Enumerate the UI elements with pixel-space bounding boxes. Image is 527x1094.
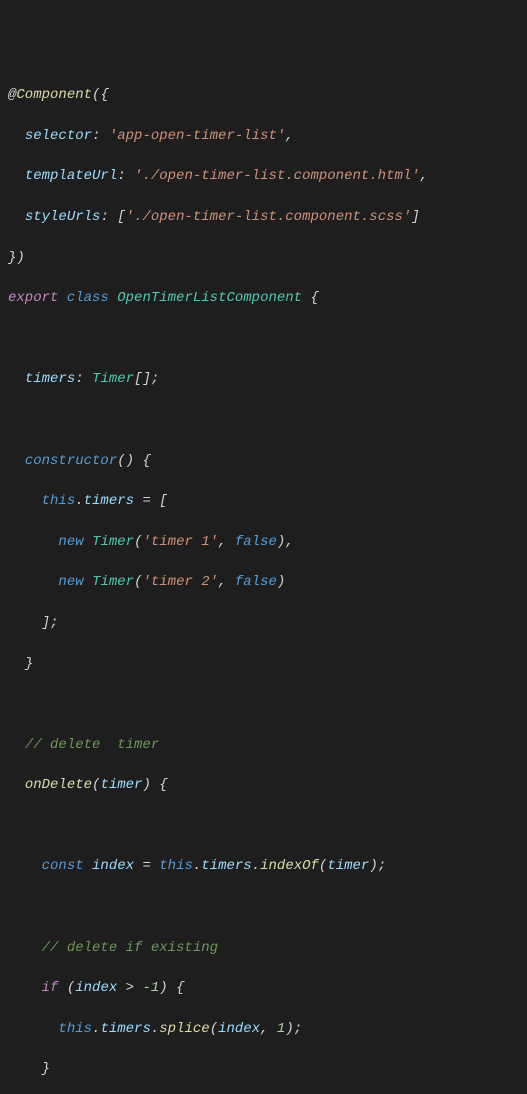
code-line: new Timer('timer 1', false), — [8, 532, 519, 552]
code-line: if (index > -1) { — [8, 978, 519, 998]
decorator-name: Component — [16, 87, 92, 103]
styleurls-key: styleUrls — [25, 209, 101, 225]
indexof-call: indexOf — [260, 858, 319, 874]
constructor-keyword: constructor — [25, 453, 117, 469]
code-line: // delete timer — [8, 735, 519, 755]
selector-key: selector — [25, 128, 92, 144]
code-line: // delete if existing — [8, 938, 519, 958]
comment: // delete timer — [25, 737, 159, 753]
code-line: const index = this.timers.indexOf(timer)… — [8, 856, 519, 876]
timer-constructor: Timer — [92, 534, 134, 550]
new-keyword: new — [58, 534, 83, 550]
index-var: index — [92, 858, 134, 874]
templateurl-value: './open-timer-list.component.html' — [134, 168, 420, 184]
timer-type: Timer — [92, 371, 134, 387]
timer-constructor: Timer — [92, 574, 134, 590]
if-keyword: if — [42, 980, 59, 996]
code-line: onDelete(timer) { — [8, 775, 519, 795]
code-line: styleUrls: ['./open-timer-list.component… — [8, 207, 519, 227]
templateurl-key: templateUrl — [25, 168, 117, 184]
code-line: } — [8, 654, 519, 674]
code-line: } — [8, 1059, 519, 1079]
this-keyword: this — [42, 493, 76, 509]
styleurls-value: './open-timer-list.component.scss' — [126, 209, 412, 225]
class-name: OpenTimerListComponent — [117, 290, 302, 306]
code-line: this.timers.splice(index, 1); — [8, 1019, 519, 1039]
new-keyword: new — [58, 574, 83, 590]
code-line: templateUrl: './open-timer-list.componen… — [8, 166, 519, 186]
code-line: @Component({ — [8, 85, 519, 105]
code-line: constructor() { — [8, 451, 519, 471]
code-line — [8, 329, 519, 349]
export-keyword: export — [8, 290, 58, 306]
ondelete-method: onDelete — [25, 777, 92, 793]
code-line: new Timer('timer 2', false) — [8, 572, 519, 592]
splice-call: splice — [159, 1021, 209, 1037]
code-editor[interactable]: @Component({ selector: 'app-open-timer-l… — [8, 85, 519, 1094]
code-line: selector: 'app-open-timer-list', — [8, 126, 519, 146]
code-line — [8, 897, 519, 917]
code-line: this.timers = [ — [8, 491, 519, 511]
code-line — [8, 694, 519, 714]
const-keyword: const — [42, 858, 84, 874]
code-line: export class OpenTimerListComponent { — [8, 288, 519, 308]
code-line: ]; — [8, 613, 519, 633]
code-line: }) — [8, 248, 519, 268]
class-keyword: class — [67, 290, 109, 306]
comment: // delete if existing — [42, 940, 218, 956]
selector-value: 'app-open-timer-list' — [109, 128, 285, 144]
code-line — [8, 816, 519, 836]
code-line: timers: Timer[]; — [8, 369, 519, 389]
timers-field: timers — [25, 371, 75, 387]
code-line — [8, 410, 519, 430]
